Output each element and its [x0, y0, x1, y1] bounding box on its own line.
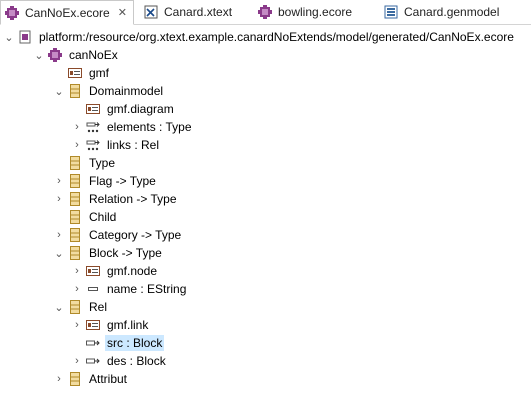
tree-row-package[interactable]: ⌄ canNoEx	[32, 46, 120, 64]
tree-row-domainmodel[interactable]: ⌄ Domainmodel	[52, 82, 165, 100]
ecore-icon	[258, 5, 272, 19]
tree-row-rel[interactable]: ⌄ Rel	[52, 298, 109, 316]
epackage-icon	[48, 48, 62, 62]
tree-row-des[interactable]: › des : Block	[70, 352, 168, 370]
tab-cannoex-ecore[interactable]: CanNoEx.ecore ✕	[0, 0, 134, 25]
chevron-right-icon[interactable]: ›	[70, 352, 84, 370]
eclass-icon	[68, 372, 82, 386]
eattribute-icon	[86, 282, 100, 296]
tree-row-block[interactable]: ⌄ Block -> Type	[52, 244, 164, 262]
chevron-down-icon[interactable]: ⌄	[52, 82, 66, 100]
tree-item-label: gmf.diagram	[107, 102, 174, 116]
tree-row-src[interactable]: src : Block	[70, 334, 165, 352]
tree-item-label: des : Block	[107, 354, 166, 368]
close-icon[interactable]: ✕	[118, 6, 127, 19]
eclass-icon	[68, 228, 82, 242]
tree-row-gmf-diagram[interactable]: gmf.diagram	[70, 100, 176, 118]
chevron-right-icon[interactable]: ›	[52, 370, 66, 388]
tab-label: Canard.xtext	[164, 5, 233, 19]
ecore-icon	[5, 5, 19, 20]
package-label: canNoEx	[69, 48, 118, 62]
tree-item-label: Relation -> Type	[89, 192, 177, 206]
chevron-right-icon[interactable]: ›	[52, 190, 66, 208]
ereference-icon	[86, 354, 100, 368]
ereference-icon	[86, 336, 100, 350]
eclass-icon	[68, 174, 82, 188]
tree-row-child[interactable]: Child	[52, 208, 118, 226]
tree-item-label: elements : Type	[107, 120, 192, 134]
chevron-down-icon[interactable]: ⌄	[32, 46, 46, 64]
genmodel-icon	[384, 5, 398, 19]
tree-item-label: gmf.link	[107, 318, 149, 332]
tree-item-label: Category -> Type	[89, 228, 182, 242]
tree-row-flag[interactable]: › Flag -> Type	[52, 172, 158, 190]
chevron-down-icon[interactable]: ⌄	[52, 298, 66, 316]
tree-row-resource[interactable]: ⌄ platform:/resource/org.xtext.example.c…	[2, 28, 516, 46]
chevron-right-icon[interactable]: ›	[70, 118, 84, 136]
annotation-icon	[86, 318, 100, 332]
tree-row-gmf-link[interactable]: › gmf.link	[70, 316, 150, 334]
eclass-icon	[68, 210, 82, 224]
tree-row-elements[interactable]: › elements : Type	[70, 118, 194, 136]
ecore-tree: ⌄ platform:/resource/org.xtext.example.c…	[0, 26, 531, 408]
xtext-icon	[144, 5, 158, 19]
tab-canard-xtext[interactable]: Canard.xtext	[140, 0, 250, 24]
annotation-icon	[86, 102, 100, 116]
tab-label: Canard.genmodel	[404, 5, 500, 19]
tree-row-type[interactable]: Type	[52, 154, 117, 172]
tree-item-label: Rel	[89, 300, 108, 314]
tree-item-label: Block -> Type	[89, 246, 162, 260]
editor-tab-bar: CanNoEx.ecore ✕ Canard.xtext bowling.eco…	[0, 0, 531, 25]
chevron-right-icon[interactable]: ›	[70, 316, 84, 334]
annotation-icon	[86, 264, 100, 278]
eclass-icon	[68, 246, 82, 260]
tree-row-relation[interactable]: › Relation -> Type	[52, 190, 179, 208]
tree-row-gmf-node[interactable]: › gmf.node	[70, 262, 159, 280]
tree-item-label: Attribut	[89, 372, 128, 386]
chevron-right-icon[interactable]: ›	[52, 226, 66, 244]
tree-row-name[interactable]: › name : EString	[70, 280, 188, 298]
tree-row-gmf[interactable]: gmf	[52, 64, 111, 82]
tab-canard-genmodel[interactable]: Canard.genmodel	[380, 0, 520, 24]
tree-item-label: gmf	[89, 66, 110, 80]
eclass-icon	[68, 156, 82, 170]
tree-item-label: Type	[89, 156, 116, 170]
chevron-down-icon[interactable]: ⌄	[52, 244, 66, 262]
tree-item-label: Child	[89, 210, 117, 224]
tab-label: CanNoEx.ecore	[25, 5, 110, 20]
resource-label: platform:/resource/org.xtext.example.can…	[39, 30, 514, 44]
chevron-right-icon[interactable]: ›	[70, 136, 84, 154]
tree-item-label: Domainmodel	[89, 84, 164, 98]
tree-item-label: src : Block	[105, 335, 165, 351]
chevron-right-icon[interactable]: ›	[70, 262, 84, 280]
tab-label: bowling.ecore	[278, 5, 353, 19]
chevron-right-icon[interactable]: ›	[52, 172, 66, 190]
containment-ref-icon	[86, 120, 100, 134]
eclass-icon	[68, 192, 82, 206]
chevron-right-icon[interactable]: ›	[70, 280, 84, 298]
annotation-icon	[68, 66, 82, 80]
eclass-icon	[68, 300, 82, 314]
chevron-down-icon[interactable]: ⌄	[2, 28, 16, 46]
tree-item-label: gmf.node	[107, 264, 158, 278]
containment-ref-icon	[86, 138, 100, 152]
tree-item-label: links : Rel	[107, 138, 160, 152]
eclass-icon	[68, 84, 82, 98]
tree-item-label: name : EString	[107, 282, 187, 296]
tree-row-links[interactable]: › links : Rel	[70, 136, 161, 154]
resource-icon	[18, 30, 32, 44]
tab-bowling-ecore[interactable]: bowling.ecore	[254, 0, 374, 24]
tree-row-attribut[interactable]: › Attribut	[52, 370, 129, 388]
tree-row-category[interactable]: › Category -> Type	[52, 226, 183, 244]
tree-item-label: Flag -> Type	[89, 174, 156, 188]
